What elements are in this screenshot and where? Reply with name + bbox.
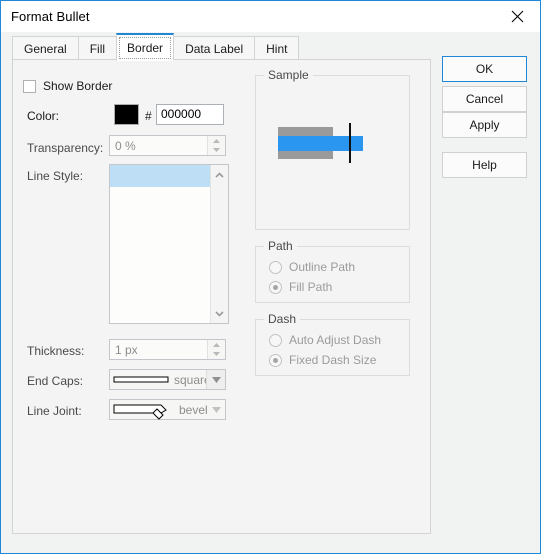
line-joint-combobox[interactable]: bevel: [109, 399, 226, 420]
apply-button[interactable]: Apply: [442, 112, 527, 138]
close-glyph: [511, 10, 524, 22]
scroll-up-icon[interactable]: [211, 166, 228, 183]
end-caps-combobox[interactable]: square: [109, 369, 226, 390]
tab-general[interactable]: General: [12, 36, 79, 61]
cancel-button-label: Cancel: [465, 92, 504, 106]
bevel-joint-glyph: [113, 404, 167, 420]
help-button-label: Help: [472, 158, 497, 172]
spinner-up-icon[interactable]: [208, 136, 225, 146]
caret-down-glyph: [213, 148, 220, 153]
tab-data-label[interactable]: Data Label: [173, 36, 256, 61]
cancel-button[interactable]: Cancel: [442, 86, 527, 112]
end-caps-dropdown-arrow[interactable]: [206, 370, 225, 389]
end-caps-label: End Caps:: [27, 374, 84, 388]
transparency-label: Transparency:: [27, 141, 104, 155]
thickness-value: 1 px: [115, 343, 138, 357]
tab-general-label: General: [24, 42, 67, 56]
apply-button-label: Apply: [469, 118, 500, 132]
tab-fill-label: Fill: [89, 42, 106, 56]
radio-outline-path[interactable]: Outline Path: [269, 260, 355, 274]
tab-data-label-label: Data Label: [185, 42, 244, 56]
path-group: Path Outline Path Fill Path: [255, 239, 410, 303]
show-border-label: Show Border: [43, 79, 113, 93]
tab-hint-label: Hint: [266, 42, 288, 56]
tab-border-label: Border: [127, 40, 164, 55]
transparency-value: 0 %: [115, 139, 136, 153]
spinner-down-icon[interactable]: [208, 350, 225, 360]
format-bullet-dialog: Format Bullet General Fill Border Data L…: [0, 0, 541, 554]
line-joint-value: bevel: [179, 403, 208, 417]
spinner-up-icon[interactable]: [208, 340, 225, 350]
spinner-down-icon[interactable]: [208, 146, 225, 156]
caret-down-glyph: [213, 352, 220, 357]
chevron-down-icon: [211, 406, 221, 413]
thickness-label: Thickness:: [27, 344, 85, 358]
radio-circle-selected: [269, 353, 282, 367]
radio-auto-adjust-dash[interactable]: Auto Adjust Dash: [269, 333, 381, 347]
end-caps-preview-icon: [113, 372, 171, 390]
radio-fixed-dash-size[interactable]: Fixed Dash Size: [269, 353, 376, 367]
sample-group: Sample: [255, 68, 410, 230]
transparency-spinner[interactable]: 0 %: [109, 135, 226, 156]
color-label: Color:: [27, 109, 60, 123]
line-style-scrollbar[interactable]: [210, 165, 228, 323]
square-cap-glyph: [113, 376, 169, 383]
radio-circle: [269, 333, 282, 347]
dash-group-title: Dash: [264, 312, 301, 326]
transparency-spin-buttons[interactable]: [207, 136, 225, 155]
window-title: Format Bullet: [11, 9, 90, 24]
caret-up-glyph: [213, 342, 220, 347]
ok-button[interactable]: OK: [442, 56, 527, 82]
ok-button-label: OK: [475, 62, 494, 76]
radio-circle-selected: [269, 280, 282, 294]
thickness-spin-buttons[interactable]: [207, 340, 225, 359]
fill-path-label: Fill Path: [289, 280, 333, 294]
thickness-spinner[interactable]: 1 px: [109, 339, 226, 360]
tab-border[interactable]: Border: [116, 33, 175, 61]
dash-group: Dash Auto Adjust Dash Fixed Dash Size: [255, 312, 410, 376]
outline-path-label: Outline Path: [289, 260, 356, 274]
scroll-down-icon[interactable]: [211, 305, 228, 322]
chevron-up-glyph: [215, 171, 224, 178]
line-joint-dropdown-arrow[interactable]: [207, 400, 225, 419]
show-border-checkbox[interactable]: Show Border: [23, 79, 112, 93]
title-bar: Format Bullet: [1, 1, 540, 32]
chevron-down-icon: [211, 376, 221, 383]
sample-tick-mark: [349, 123, 351, 163]
radio-fill-path[interactable]: Fill Path: [269, 280, 332, 294]
sample-group-title: Sample: [264, 68, 313, 82]
help-button[interactable]: Help: [442, 152, 527, 178]
color-swatch[interactable]: [114, 104, 139, 125]
line-style-selected-item[interactable]: [110, 165, 211, 187]
auto-adjust-dash-label: Auto Adjust Dash: [289, 333, 382, 347]
close-icon[interactable]: [495, 1, 540, 31]
path-group-title: Path: [264, 239, 297, 253]
checkbox-box: [23, 79, 36, 93]
tab-hint[interactable]: Hint: [254, 36, 300, 61]
caret-up-glyph: [213, 138, 220, 143]
tab-fill[interactable]: Fill: [77, 36, 118, 61]
line-joint-label: Line Joint:: [27, 404, 82, 418]
chevron-down-glyph: [215, 310, 224, 317]
line-style-listbox[interactable]: [109, 164, 229, 324]
line-joint-preview-icon: [113, 402, 175, 424]
hash-symbol: #: [145, 109, 152, 123]
radio-circle: [269, 260, 282, 274]
fixed-dash-size-label: Fixed Dash Size: [289, 353, 377, 367]
color-hex-input[interactable]: 000000: [156, 104, 224, 125]
line-style-label: Line Style:: [27, 169, 84, 183]
tab-strip: General Fill Border Data Label Hint: [12, 33, 300, 61]
